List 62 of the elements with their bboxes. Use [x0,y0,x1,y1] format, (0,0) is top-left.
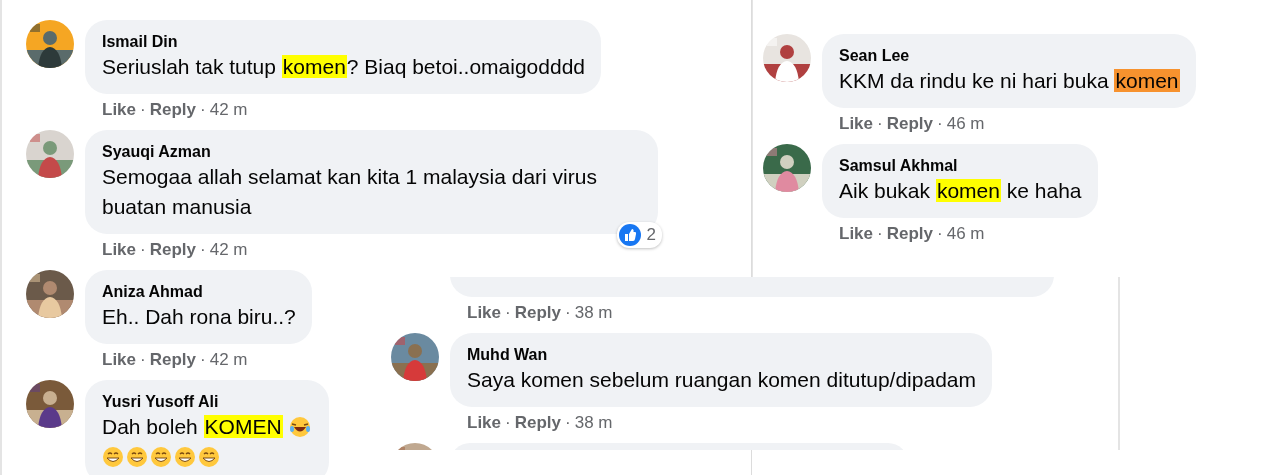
reaction-count: 2 [646,225,656,245]
thumbs-up-icon [618,224,641,246]
grinning-face-icon [126,446,148,468]
highlighted-word: komen [1114,69,1180,92]
highlighted-word: komen [281,55,347,78]
like-link[interactable]: Like [467,303,502,323]
highlighted-word: komen [935,179,1001,202]
separator: · [877,114,883,134]
comment-text: Aik bukak komen ke haha [839,178,1082,204]
separator: · [140,100,146,120]
separator: · [200,240,206,260]
like-link[interactable]: Like [102,240,137,260]
separator: · [140,350,146,370]
like-link[interactable]: Like [102,350,137,370]
grinning-face-icon [150,446,172,468]
author-name[interactable]: Ismail Din [102,31,585,52]
timestamp: 42 m [209,100,248,120]
author-name[interactable]: Yusri Yusoff Ali [102,391,313,412]
timestamp: 38 m [574,413,613,433]
separator: · [140,240,146,260]
separator: · [877,224,883,244]
reply-link[interactable]: Reply [886,114,933,134]
grinning-face-icon [198,446,220,468]
grinning-face-icon [174,446,196,468]
comment-text: Eh.. Dah rona biru..? [102,304,296,330]
timestamp: 42 m [209,350,248,370]
like-link[interactable]: Like [102,100,137,120]
like-link[interactable]: Like [467,413,502,433]
reply-link[interactable]: Reply [514,413,561,433]
author-name[interactable]: Samsul Akhmal [839,155,1082,176]
author-name[interactable]: Sean Lee [839,45,1180,66]
reply-link[interactable]: Reply [149,240,196,260]
author-name[interactable]: Aniza Ahmad [102,281,296,302]
separator: · [565,303,571,323]
reaction-badge[interactable]: 2 [616,222,662,248]
separator: · [937,224,943,244]
highlighted-word: KOMEN [203,415,283,438]
separator: · [200,100,206,120]
grinning-face-icon [102,446,124,468]
reply-link[interactable]: Reply [886,224,933,244]
timestamp: 42 m [209,240,248,260]
separator: · [505,303,511,323]
separator: · [937,114,943,134]
separator: · [565,413,571,433]
timestamp: 46 m [946,114,985,134]
laughing-face-icon [288,416,311,438]
separator: · [505,413,511,433]
author-name[interactable]: Syauqi Azman [102,141,642,162]
timestamp: 38 m [574,303,613,323]
reply-link[interactable]: Reply [514,303,561,323]
separator: · [200,350,206,370]
comment-text: Semogaa allah selamat kan kita 1 malaysia dari virus buatan manusia [102,164,598,220]
comment-text: KKM da rindu ke ni hari buka komen [839,68,1180,94]
comment-text: Dah boleh KOMEN [102,412,313,472]
like-link[interactable]: Like [839,224,874,244]
reply-link[interactable]: Reply [149,350,196,370]
author-name[interactable]: Muhd Wan [467,344,976,365]
comment-text: Seriuslah tak tutup komen? Biaq betoi..omaigodddd [102,54,585,80]
comment-text: Saya komen sebelum ruangan komen ditutup/dipadam [467,367,976,393]
timestamp: 46 m [946,224,985,244]
reply-link[interactable]: Reply [149,100,196,120]
like-link[interactable]: Like [839,114,874,134]
